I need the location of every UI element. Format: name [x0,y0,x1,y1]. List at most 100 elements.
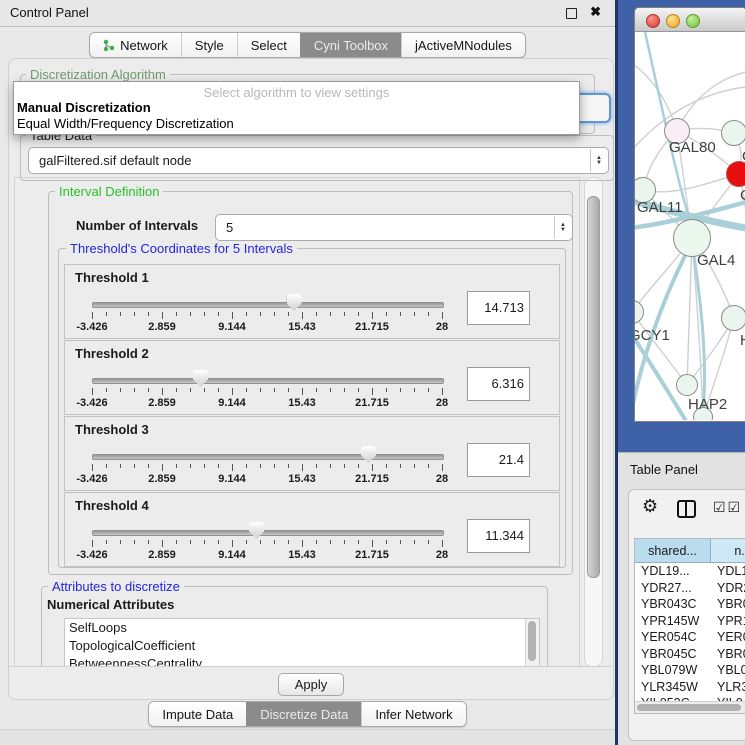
attribute-item[interactable]: SelfLoops [65,619,539,637]
zoom-traffic-light-icon[interactable] [686,14,700,28]
tab-label: Select [251,38,287,53]
threshold-panel: Threshold 1-3.4262.8599.14415.4321.71528… [64,264,560,339]
cell-name: YBR0 [717,646,745,663]
columns-icon[interactable] [677,500,696,518]
list-scrollbar[interactable] [525,619,539,667]
stepper-arrows-icon[interactable]: ▲▼ [590,149,607,172]
tab-discretize-data[interactable]: Discretize Data [246,702,361,726]
apply-button[interactable]: Apply [278,673,344,696]
attributes-title: Attributes to discretize [48,579,184,594]
scrollbar-thumb[interactable] [637,704,741,711]
panel-scrollbar[interactable] [584,177,603,667]
slider-thumb[interactable] [193,370,208,387]
network-node[interactable] [721,305,745,331]
network-node-label: HAP2 [688,396,727,413]
slider-thumb[interactable] [361,446,376,463]
algorithm-option[interactable]: Manual Discretization [14,100,579,116]
slider-tick-labels: -3.4262.8599.14415.4321.71528 [92,473,442,485]
control-panel-title: Control Panel [10,5,89,20]
tab-network[interactable]: Network [90,33,181,57]
table-data-combobox[interactable]: galFiltered.sif default node ▲▼ [28,147,609,174]
table-row[interactable]: YPR145WYPR1 [635,613,745,630]
minimize-traffic-light-icon[interactable] [666,14,680,28]
interval-definition-title: Interval Definition [55,184,163,199]
checkbox-toggle-icons[interactable]: ☑☑ [713,499,742,516]
attribute-item[interactable]: TopologicalCoefficient [65,637,539,655]
table-row[interactable]: YBR045CYBR0 [635,646,745,663]
table-row[interactable]: YDR27...YDR2 [635,580,745,597]
network-node-label: C [740,187,745,204]
network-node-label: GCY1 [635,327,670,344]
control-panel-titlebar: Control Panel ✖ [0,0,615,27]
slider-track[interactable] [92,530,444,536]
numerical-attributes-list[interactable]: SelfLoopsTopologicalCoefficientBetweenne… [64,618,540,667]
cell-name: YLR3 [717,679,745,696]
table-panel-title: Table Panel [630,462,698,477]
table-row[interactable]: YLR345WYLR3 [635,679,745,696]
tab-impute-data[interactable]: Impute Data [149,702,246,726]
gear-icon[interactable]: ⚙ [642,496,658,517]
tab-jactivemnodules[interactable]: jActiveMNodules [401,33,525,57]
table-panel-card: ⚙ ☑☑ shared... n... YDL19...YDL1YDR27...… [628,489,745,741]
network-node-label: GAL80 [669,139,716,156]
tab-label: Style [195,38,224,53]
network-node[interactable] [721,120,745,146]
cell-name: YER0 [717,629,745,646]
algorithm-options: Manual DiscretizationEqual Width/Frequen… [14,100,579,132]
network-window-titlebar[interactable] [635,8,745,32]
cell-shared-name: YBR043C [641,596,697,613]
algorithm-option[interactable]: Equal Width/Frequency Discretization [14,116,579,132]
top-tabs: Network Style Select Cyni Toolbox jActiveMNo… [89,32,526,58]
node-table[interactable]: shared... n... YDL19...YDL1YDR27...YDR2Y… [634,538,745,714]
cell-name: YDL1 [717,563,745,580]
settings-scroll-area: Interval Definition Number of Intervals … [14,177,580,667]
number-of-intervals-value: 5 [226,215,233,240]
threshold-value-field[interactable]: 21.4 [467,443,530,477]
threshold-value-field[interactable]: 11.344 [467,519,530,553]
tab-label: Impute Data [162,707,233,722]
close-traffic-light-icon[interactable] [646,14,660,28]
cell-name: YDR2 [717,580,745,597]
threshold-value-field[interactable]: 14.713 [467,291,530,325]
scrollbar-thumb[interactable] [587,196,600,578]
slider-track[interactable] [92,454,444,460]
tab-label: jActiveMNodules [415,38,512,53]
table-row[interactable]: YDL19...YDL1 [635,563,745,580]
number-of-intervals-combobox[interactable]: 5 ▲▼ [215,214,573,241]
network-node[interactable] [676,374,698,396]
slider-ticks [92,388,442,396]
tab-label: Network [120,38,168,53]
slider-track[interactable] [92,302,444,308]
network-canvas[interactable]: GAL80GACGAL11GAL4GCY1HHAP2 [635,32,745,420]
tab-cyni-toolbox[interactable]: Cyni Toolbox [300,33,401,57]
table-row[interactable]: YBR043C YBR0 [635,596,745,613]
network-node-label: GAL11 [637,199,683,216]
slider-thumb[interactable] [249,522,264,539]
close-icon[interactable]: ✖ [590,4,601,20]
cell-shared-name: YBL079W [641,662,697,679]
threshold-value-field[interactable]: 6.316 [467,367,530,401]
network-node-label: GAL4 [697,252,735,269]
stepper-arrows-icon[interactable]: ▲▼ [554,216,571,239]
cell-name: YBL0 [717,662,745,679]
cell-name: YBR0 [717,596,745,613]
slider-thumb[interactable] [287,294,302,311]
table-row[interactable]: YBL079W YBL0 [635,662,745,679]
tab-select[interactable]: Select [237,33,300,57]
screen: Control Panel ✖ Network Style Select Cyni T… [0,0,745,745]
table-rows: YDL19...YDL1YDR27...YDR2YBR043CYBR0YPR14… [635,563,745,712]
table-row[interactable]: YER054C YER0 [635,629,745,646]
top-tab-bar: Network Style Select Cyni Toolbox jActiveMNo… [0,32,615,58]
cell-shared-name: YER054C [641,629,697,646]
header-cell-shared-name[interactable]: shared... [635,539,711,563]
tab-style[interactable]: Style [181,33,237,57]
float-window-icon[interactable] [566,8,577,19]
tab-label: Infer Network [375,707,452,722]
horizontal-scrollbar[interactable] [635,701,745,713]
threshold-label: Threshold 2 [75,346,149,361]
header-cell-name[interactable]: n... [711,539,745,563]
bottom-strip [0,729,615,745]
tab-infer-network[interactable]: Infer Network [361,702,465,726]
table-data-value: galFiltered.sif default node [39,148,191,173]
slider-track[interactable] [92,378,444,384]
